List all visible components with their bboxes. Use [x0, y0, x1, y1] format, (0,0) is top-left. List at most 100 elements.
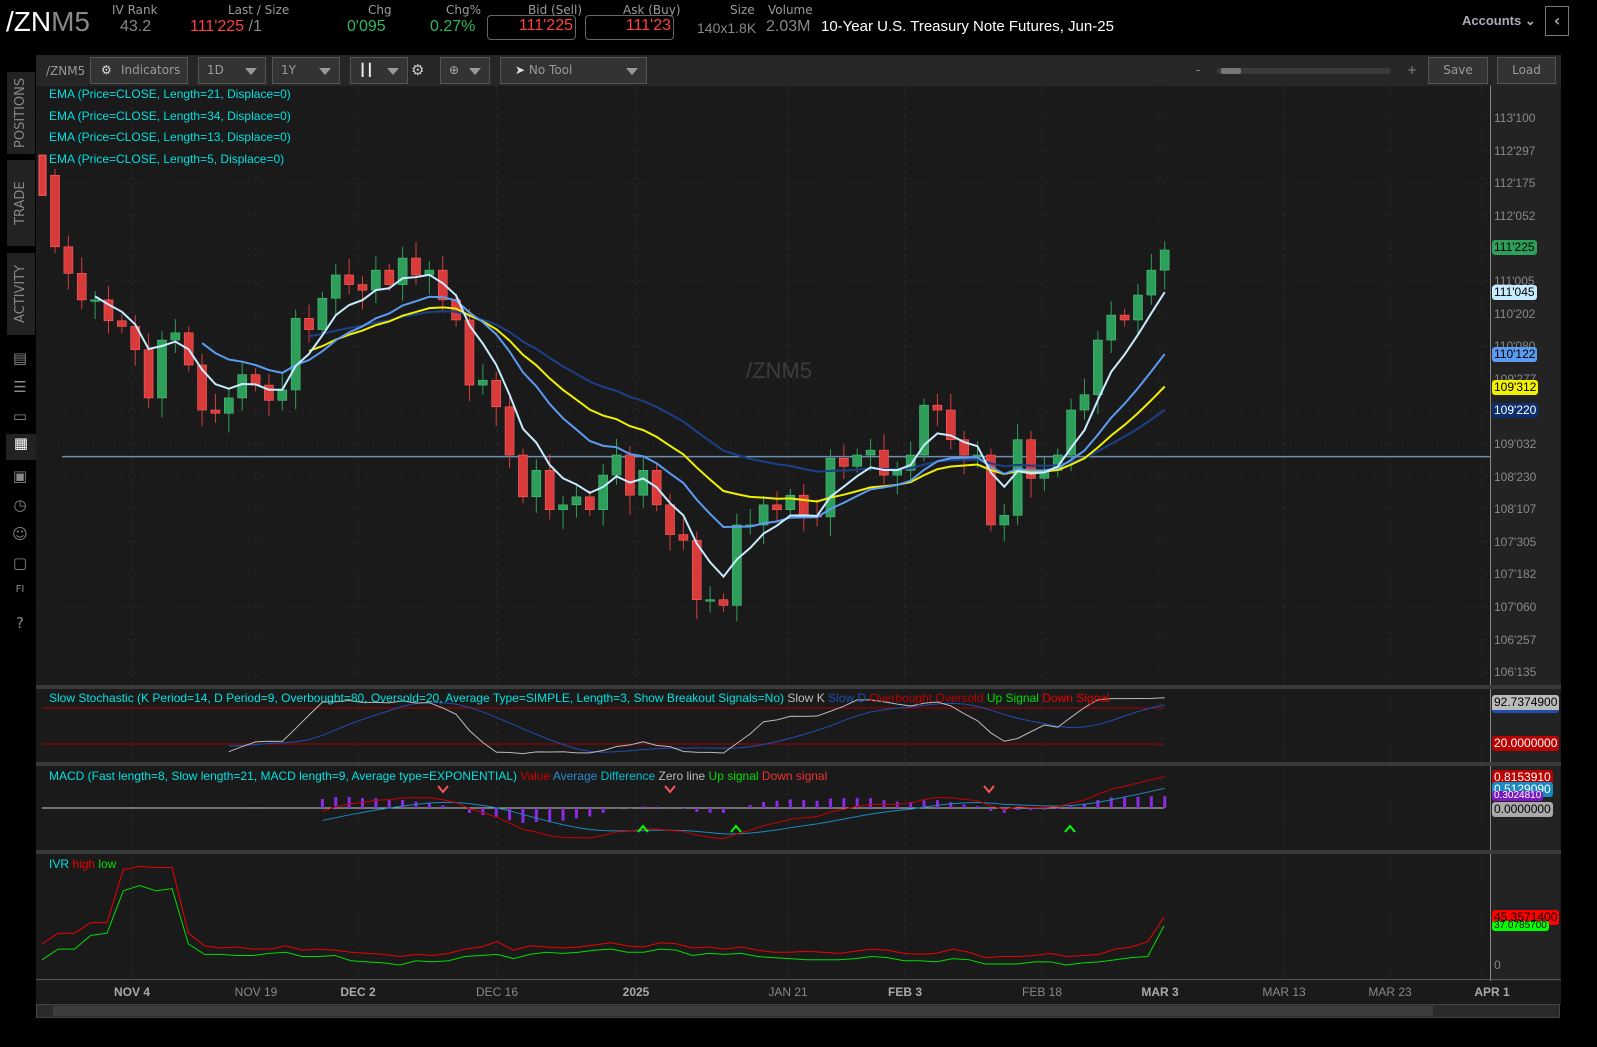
chart-watermark: /ZNM5: [746, 358, 812, 383]
candle: [1159, 249, 1170, 271]
date-label: MAR 13: [1262, 985, 1306, 999]
ema13-tag: 110'122: [1492, 347, 1538, 362]
candle: [38, 154, 47, 196]
candle: [839, 457, 849, 467]
candle: [798, 494, 809, 516]
ivr-high-line: [41, 865, 1165, 959]
price-axis-label: 107'182: [1494, 567, 1537, 582]
ema13-label[interactable]: EMA (Price=CLOSE, Length=13, Displace=0): [49, 130, 291, 144]
date-label: MAR 23: [1368, 985, 1412, 999]
candle: [518, 454, 528, 498]
date-label: DEC 16: [475, 985, 519, 999]
candle: [411, 257, 421, 276]
macd-diff-tag: 0.3024810: [1492, 790, 1544, 801]
candle: [491, 379, 502, 408]
slow-d-line: [228, 701, 1165, 753]
ema5-label[interactable]: EMA (Price=CLOSE, Length=5, Displace=0): [49, 152, 284, 166]
date-label: APR 1: [1474, 985, 1510, 999]
macd-down-signal-arrow: [437, 785, 449, 794]
candle: [932, 404, 943, 411]
slow-k-line: [228, 697, 1165, 755]
candle: [625, 454, 635, 496]
macd-up-signal-arrow: [1064, 824, 1076, 833]
candle: [224, 397, 234, 414]
price-axis-label: 108'230: [1494, 469, 1537, 484]
ema34-tag: 109'220: [1492, 403, 1539, 418]
candle: [919, 404, 929, 456]
price-axis-label: 109'032: [1494, 437, 1537, 451]
legend-average: Average: [552, 769, 598, 783]
candle: [718, 599, 729, 606]
legend-value: Value: [520, 769, 551, 783]
macd-down-signal-arrow: [983, 785, 995, 794]
candle: [665, 504, 675, 535]
legend-up-signal: Up Signal: [986, 691, 1039, 705]
ivr-axis-zero: 0: [1494, 958, 1501, 972]
candle: [1012, 439, 1023, 516]
price-axis-label: 112'175: [1494, 176, 1536, 191]
candle: [357, 284, 368, 291]
legend-slow-k: Slow K: [787, 691, 825, 705]
candle: [478, 379, 488, 386]
candle: [210, 409, 221, 414]
candle: [972, 454, 983, 457]
candle: [1133, 294, 1143, 321]
legend-difference: Difference: [600, 769, 656, 783]
ema34-line: [308, 310, 1166, 473]
candle: [330, 274, 341, 299]
stoch-oversold-tag: 20.0000000: [1492, 736, 1560, 751]
candle: [63, 246, 74, 274]
candle: [611, 454, 622, 476]
candle: [304, 318, 314, 330]
price-axis-label: 112'297: [1494, 143, 1536, 158]
macd-title: MACD (Fast length=8, Slow length=21, MAC…: [49, 769, 518, 783]
candle: [504, 406, 515, 456]
ema21-label[interactable]: EMA (Price=CLOSE, Length=21, Displace=0): [49, 87, 291, 101]
date-label: MAR 3: [1141, 985, 1179, 999]
price-axis-label: 110'202: [1494, 306, 1536, 321]
date-label: NOV 4: [113, 985, 151, 999]
date-label: NOV 19: [234, 985, 278, 999]
ivr-low-line: [41, 884, 1165, 966]
ema5-tag: 111'045: [1492, 285, 1537, 300]
candle: [598, 474, 608, 510]
candle: [678, 534, 689, 541]
macd-up-signal-arrow: [730, 824, 742, 833]
price-axis-label: 107'305: [1494, 534, 1537, 549]
candle: [344, 274, 354, 285]
candle: [237, 374, 247, 399]
candle: [544, 469, 555, 510]
ivr-legend[interactable]: IVR high low: [49, 857, 116, 871]
macd-average-line: [322, 787, 1165, 835]
candle: [76, 273, 87, 301]
legend-slow-d: Slow D: [828, 691, 867, 705]
price-axis-label: 108'107: [1494, 502, 1537, 517]
ema21-tag: 109'312: [1492, 380, 1539, 395]
candle: [143, 349, 154, 399]
candle: [1093, 339, 1103, 396]
macd-zero-tag: 0.0000000: [1492, 802, 1553, 817]
ema34-label[interactable]: EMA (Price=CLOSE, Length=34, Displace=0): [49, 109, 291, 123]
ivr-low-tag: 37.0785700: [1492, 920, 1549, 931]
candle: [117, 320, 127, 327]
price-axis-label: 107'060: [1494, 600, 1537, 614]
candle: [852, 454, 863, 467]
stochastic-title: Slow Stochastic (K Period=14, D Period=9…: [49, 691, 784, 705]
legend-down-signal: Down signal: [761, 769, 828, 783]
price-axis-label: 112'052: [1494, 208, 1536, 223]
macd-legend[interactable]: MACD (Fast length=8, Slow length=21, MAC…: [49, 769, 827, 783]
candle: [1106, 314, 1117, 341]
candle: [879, 449, 889, 476]
candle: [1146, 269, 1157, 296]
candle: [705, 599, 715, 602]
price-axis-label: 106'257: [1494, 632, 1537, 647]
candle: [170, 332, 181, 341]
date-label: FEB 3: [887, 985, 923, 999]
legend-up-signal: Up signal: [708, 769, 759, 783]
date-label: DEC 2: [340, 985, 376, 999]
candle: [371, 269, 381, 291]
legend-down-signal: Down Signal: [1042, 691, 1110, 705]
candle: [290, 318, 301, 391]
stochastic-legend[interactable]: Slow Stochastic (K Period=14, D Period=9…: [49, 691, 1110, 705]
candle: [571, 496, 582, 506]
